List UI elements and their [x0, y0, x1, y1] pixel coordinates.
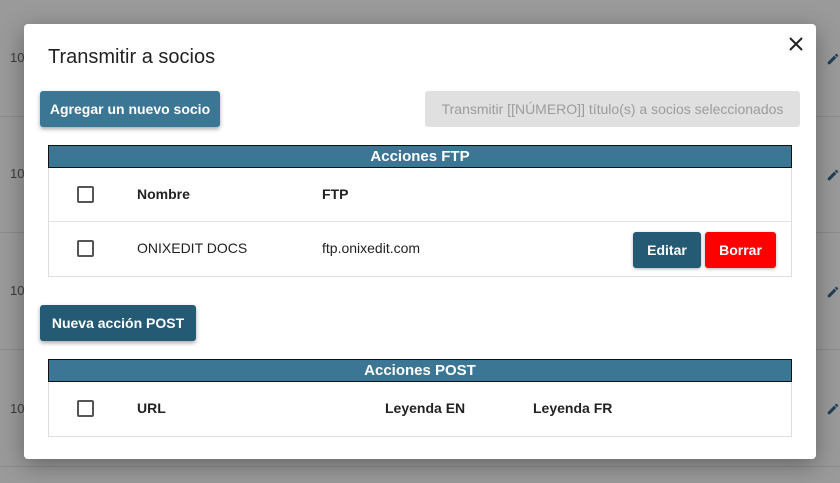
column-header-url: URL	[137, 400, 166, 416]
column-header-ftp: FTP	[322, 186, 349, 202]
partner-ftp: ftp.onixedit.com	[322, 240, 421, 256]
pencil-icon	[826, 168, 840, 182]
transmit-selected-button[interactable]: Transmitir [[NÚMERO]] título(s) a socios…	[425, 91, 800, 127]
pencil-icon	[826, 52, 840, 66]
dialog-title: Transmitir a socios	[48, 46, 216, 68]
ftp-section-title: Acciones FTP	[48, 145, 792, 168]
edit-button[interactable]: Editar	[633, 232, 701, 268]
partner-name: ONIXEDIT DOCS	[137, 240, 248, 256]
background-row-id: 10	[10, 166, 25, 181]
background-divider	[0, 466, 840, 467]
column-header-name: Nombre	[137, 186, 190, 202]
ftp-table: Nombre FTP ONIXEDIT DOCS ftp.onixedit.co…	[48, 168, 792, 277]
post-table: URL Leyenda EN Leyenda FR	[48, 382, 792, 437]
select-all-post-checkbox[interactable]	[77, 400, 94, 417]
background-row-id: 10	[10, 401, 25, 416]
row-checkbox[interactable]	[77, 240, 94, 257]
transmit-dialog: Transmitir a socios Agregar un nuevo soc…	[24, 24, 816, 459]
column-header-legend-en: Leyenda EN	[385, 400, 466, 416]
ftp-header-row: Nombre FTP	[49, 168, 791, 222]
background-row-id: 10	[10, 50, 25, 65]
close-icon[interactable]	[788, 36, 804, 52]
ftp-actions-section: Acciones FTP Nombre FTP ONIXEDIT DOCS ft…	[48, 145, 792, 277]
new-post-action-button[interactable]: Nueva acción POST	[40, 305, 196, 341]
pencil-icon	[826, 285, 840, 299]
add-partner-button[interactable]: Agregar un nuevo socio	[40, 91, 220, 127]
table-row: ONIXEDIT DOCS ftp.onixedit.com Editar Bo…	[49, 222, 791, 276]
post-actions-section: Acciones POST URL Leyenda EN Leyenda FR	[48, 359, 792, 437]
delete-button[interactable]: Borrar	[705, 232, 776, 268]
column-header-legend-fr: Leyenda FR	[533, 400, 613, 416]
background-row-id: 10	[10, 283, 25, 298]
post-header-row: URL Leyenda EN Leyenda FR	[49, 382, 791, 436]
pencil-icon	[826, 402, 840, 416]
post-section-title: Acciones POST	[48, 359, 792, 382]
select-all-ftp-checkbox[interactable]	[77, 186, 94, 203]
